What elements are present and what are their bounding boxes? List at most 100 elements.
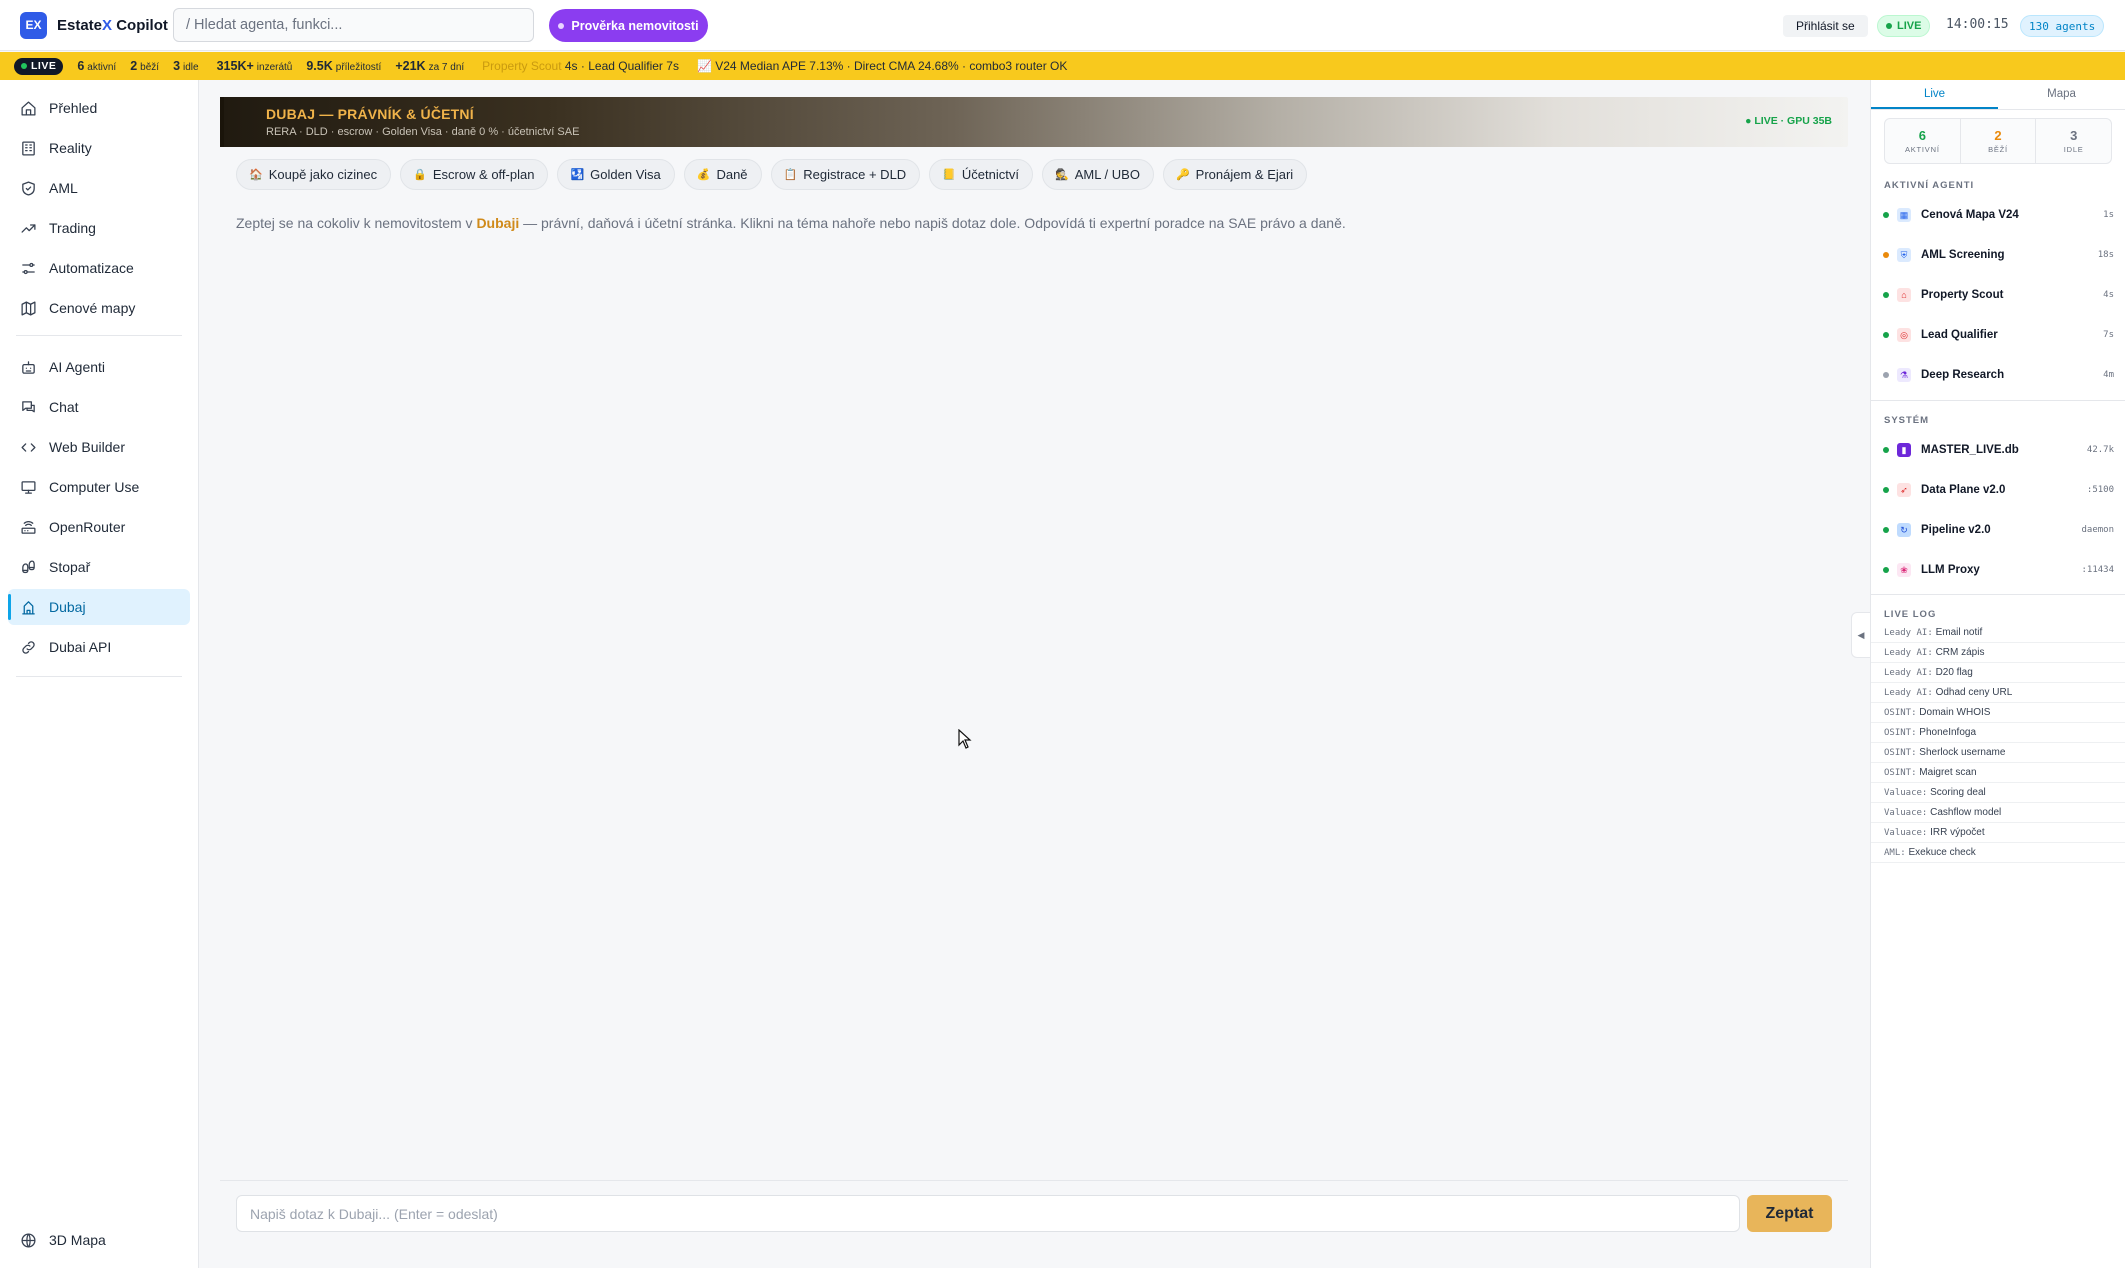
sidebar-item-aml[interactable]: AML	[8, 170, 190, 206]
login-button[interactable]: Přihlásit se	[1783, 15, 1868, 37]
sidebar-item-automatizace[interactable]: Automatizace	[8, 250, 190, 286]
top-bar: EX EstateX Copilot / Hledat agenta, funk…	[0, 0, 2125, 51]
chip-ucetnictvi[interactable]: 📒 Účetnictví	[929, 159, 1033, 190]
status-dot-icon	[1883, 332, 1889, 338]
sidebar-item-dubaj[interactable]: Dubaj	[8, 589, 190, 625]
agent-row[interactable]: ◎ Lead Qualifier 7s	[1871, 315, 2125, 355]
sidebar-item-openrouter[interactable]: OpenRouter	[8, 509, 190, 545]
log-row: Leady AI: Odhad ceny URL	[1871, 683, 2125, 703]
status-dot-icon	[1886, 23, 1892, 29]
log-row: Leady AI: D20 flag	[1871, 663, 2125, 683]
sidebar-item-3d-mapa[interactable]: 3D Mapa	[8, 1222, 190, 1258]
chip-escrow-off-plan[interactable]: 🔒 Escrow & off-plan	[400, 159, 549, 190]
sidebar-item-cenove-mapy[interactable]: Cenové mapy	[8, 290, 190, 326]
live-status-badge: LIVE	[1877, 15, 1931, 37]
bot-icon	[22, 360, 35, 374]
agent-row[interactable]: ⛨ AML Screening 18s	[1871, 235, 2125, 275]
sidebar: Přehled Reality AML Trading Automatizace…	[0, 80, 199, 1268]
sidebar-divider	[16, 676, 182, 677]
sidebar-item-computer-use[interactable]: Computer Use	[8, 469, 190, 505]
chip-pronajem-ejari[interactable]: 🔑 Pronájem & Ejari	[1162, 159, 1308, 190]
banner-subtitle: RERA · DLD · escrow · Golden Visa · daně…	[266, 126, 580, 138]
refresh-icon: ↻	[1897, 523, 1911, 537]
microscope-icon: ⚗	[1897, 368, 1911, 382]
stat-active: 6 AKTIVNÍ	[1885, 119, 1961, 163]
ticker-running: 2 běží	[130, 59, 160, 73]
log-row: OSINT: Sherlock username	[1871, 743, 2125, 763]
ticker-live-badge: LIVE	[14, 57, 64, 75]
right-panel: Live Mapa 6 AKTIVNÍ 2 BĚŽÍ 3 IDLE AKTIVNÍ A…	[1870, 80, 2125, 1268]
section-title-log: LIVE LOG	[1884, 609, 1937, 620]
ticker-week: +21K za 7 dní	[395, 59, 465, 73]
map-icon	[21, 300, 36, 316]
tab-mapa[interactable]: Mapa	[1998, 80, 2125, 109]
chip-registrace-dld[interactable]: 📋 Registrace + DLD	[770, 159, 921, 190]
chip-aml-ubo[interactable]: 🕵 AML / UBO	[1041, 159, 1154, 190]
passport-icon: 🛂	[570, 169, 585, 181]
system-row[interactable]: ▮ MASTER_LIVE.db 42.7k	[1871, 430, 2125, 470]
log-row: OSINT: Domain WHOIS	[1871, 703, 2125, 723]
status-dot-icon	[1883, 212, 1889, 218]
live-dot-icon	[21, 63, 27, 69]
collapse-panel-button[interactable]: ◀	[1851, 612, 1870, 658]
clipboard-icon: 📋	[783, 169, 798, 181]
sidebar-item-reality[interactable]: Reality	[8, 130, 190, 166]
sidebar-item-stopar[interactable]: Stopař	[8, 549, 190, 585]
target-icon: ◎	[1897, 328, 1911, 342]
globe-icon	[21, 1232, 36, 1248]
agents-count-badge[interactable]: 130 agents	[2020, 15, 2105, 37]
logo[interactable]: EX	[20, 11, 47, 39]
system-row[interactable]: ❀ LLM Proxy :11434	[1871, 550, 2125, 590]
agent-row[interactable]: ▦ Cenová Mapa V24 1s	[1871, 195, 2125, 235]
log-row: OSINT: Maigret scan	[1871, 763, 2125, 783]
section-title-system: SYSTÉM	[1884, 415, 1930, 426]
chip-koupe-jako-cizinec[interactable]: 🏠 Koupě jako cizinec	[236, 159, 392, 190]
tab-live[interactable]: Live	[1871, 80, 1998, 109]
question-input[interactable]: Napiš dotaz k Dubaji... (Enter = odeslat…	[236, 1195, 1740, 1232]
agent-row[interactable]: ⚗ Deep Research 4m	[1871, 355, 2125, 395]
status-dot-icon	[1883, 487, 1889, 493]
mouse-cursor-icon	[958, 729, 972, 749]
map-grid-icon: ▦	[1897, 208, 1911, 222]
ticker-opportunities: 9.5K příležitostí	[306, 59, 382, 73]
system-row[interactable]: ➶ Data Plane v2.0 :5100	[1871, 470, 2125, 510]
sidebar-item-chat[interactable]: Chat	[8, 389, 190, 425]
composer-divider	[220, 1180, 1848, 1181]
sidebar-item-trading[interactable]: Trading	[8, 210, 190, 246]
chip-golden-visa[interactable]: 🛂 Golden Visa	[557, 159, 675, 190]
stat-idle: 3 IDLE	[2063, 128, 2084, 154]
search-input[interactable]: / Hledat agenta, funkci...	[173, 8, 534, 42]
agent-row[interactable]: ⌂ Property Scout 4s	[1871, 275, 2125, 315]
status-dot-icon	[1883, 527, 1889, 533]
section-title-agents: AKTIVNÍ AGENTI	[1884, 180, 1975, 191]
house-icon: 🏠	[249, 169, 263, 181]
system-row[interactable]: ↻ Pipeline v2.0 daemon	[1871, 510, 2125, 550]
shield-icon: ⛨	[1897, 248, 1911, 262]
log-row: Leady AI: CRM zápis	[1871, 643, 2125, 663]
main-content: DUBAJ — PRÁVNÍK & ÚČETNÍ RERA · DLD · es…	[200, 80, 1870, 1268]
sidebar-item-web-builder[interactable]: Web Builder	[8, 429, 190, 465]
database-icon: ▮	[1897, 443, 1911, 457]
property-check-button[interactable]: Prověrka nemovitosti	[549, 9, 708, 42]
log-row: OSINT: PhoneInfoga	[1871, 723, 2125, 743]
monitor-icon	[21, 480, 36, 494]
panel-tabs: Live Mapa	[1871, 80, 2125, 110]
sidebar-item-ai-agenti[interactable]: AI Agenti	[8, 349, 190, 385]
money-bag-icon: 💰	[696, 169, 711, 181]
status-dot-icon	[1883, 567, 1889, 573]
log-row: Valuace: Scoring deal	[1871, 783, 2125, 803]
ask-button[interactable]: Zeptat	[1747, 1195, 1832, 1232]
chevron-left-icon: ◀	[1857, 629, 1865, 640]
lock-icon: 🔒	[413, 169, 427, 181]
log-row: AML: Exekuce check	[1871, 843, 2125, 863]
ticker-message-agents: Property Scout 4s · Lead Qualifier 7s	[482, 59, 679, 73]
status-dot-icon	[1883, 372, 1889, 378]
landmark-icon	[22, 600, 35, 615]
dot-icon	[558, 22, 565, 29]
shield-icon	[22, 180, 35, 196]
agent-stats: 6 AKTIVNÍ 2 BĚŽÍ 3 IDLE	[1884, 118, 2112, 164]
status-dot-icon	[1883, 292, 1889, 298]
sidebar-item-dubai-api[interactable]: Dubai API	[8, 629, 190, 665]
chip-dane[interactable]: 💰 Daně	[683, 159, 762, 190]
sidebar-item-prehled[interactable]: Přehled	[8, 90, 190, 126]
